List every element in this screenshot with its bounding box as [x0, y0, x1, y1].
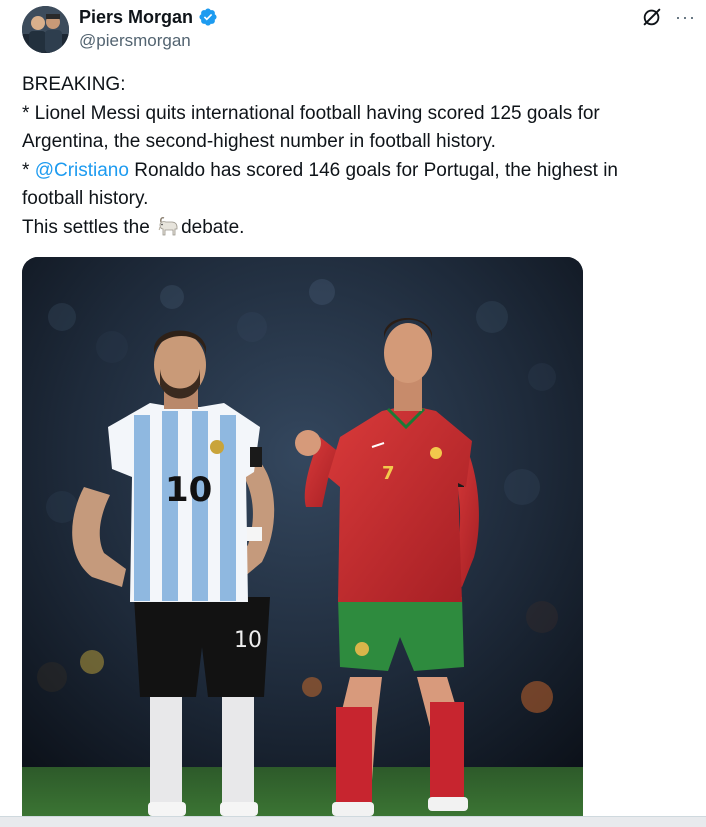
tweet-line-4-prefix: *	[22, 159, 35, 181]
tweet-line-2: * Lionel Messi quits international footb…	[22, 102, 600, 124]
window-bottom-bar	[0, 816, 706, 827]
left-shorts-number: 10	[234, 628, 262, 653]
grok-icon[interactable]	[641, 6, 663, 28]
tweet-media-photo[interactable]: 10 10 7	[22, 257, 583, 827]
author-avatar[interactable]	[22, 6, 69, 53]
right-jersey-number: 7	[382, 463, 395, 484]
tweet-text: BREAKING: * Lionel Messi quits internati…	[22, 71, 692, 242]
tweet-line-3: Argentina, the second-highest number in …	[22, 131, 496, 152]
author-name-row: Piers Morgan	[79, 6, 218, 28]
tweet-line-4-suffix: Ronaldo has scored 146 goals for Portuga…	[128, 159, 618, 181]
more-options-icon[interactable]: ···	[675, 6, 696, 28]
tweet-line-1: BREAKING:	[22, 74, 126, 95]
left-jersey-number: 10	[165, 470, 212, 510]
author-display-name[interactable]: Piers Morgan	[79, 7, 193, 28]
tweet-line-6-after: debate.	[181, 216, 245, 238]
tweet-line-4: * @Cristiano Ronaldo has scored 146 goal…	[22, 157, 692, 186]
tweet-line-5: football history.	[22, 188, 149, 209]
goat-emoji-icon	[157, 216, 179, 236]
mention-link[interactable]: @Cristiano	[35, 160, 129, 181]
tweet: Piers Morgan @piersmorgan ··· BREAKING: …	[0, 0, 706, 827]
avatar-photo-icon	[22, 6, 69, 53]
verified-badge-icon	[198, 7, 218, 27]
tweet-line-6-before: This settles the	[22, 216, 156, 238]
author-handle[interactable]: @piersmorgan	[79, 31, 191, 51]
tweet-line-6: This settles the debate.	[22, 214, 692, 243]
tweet-top-actions: ···	[641, 6, 696, 28]
football-players-photo: 10 10 7	[22, 257, 583, 827]
